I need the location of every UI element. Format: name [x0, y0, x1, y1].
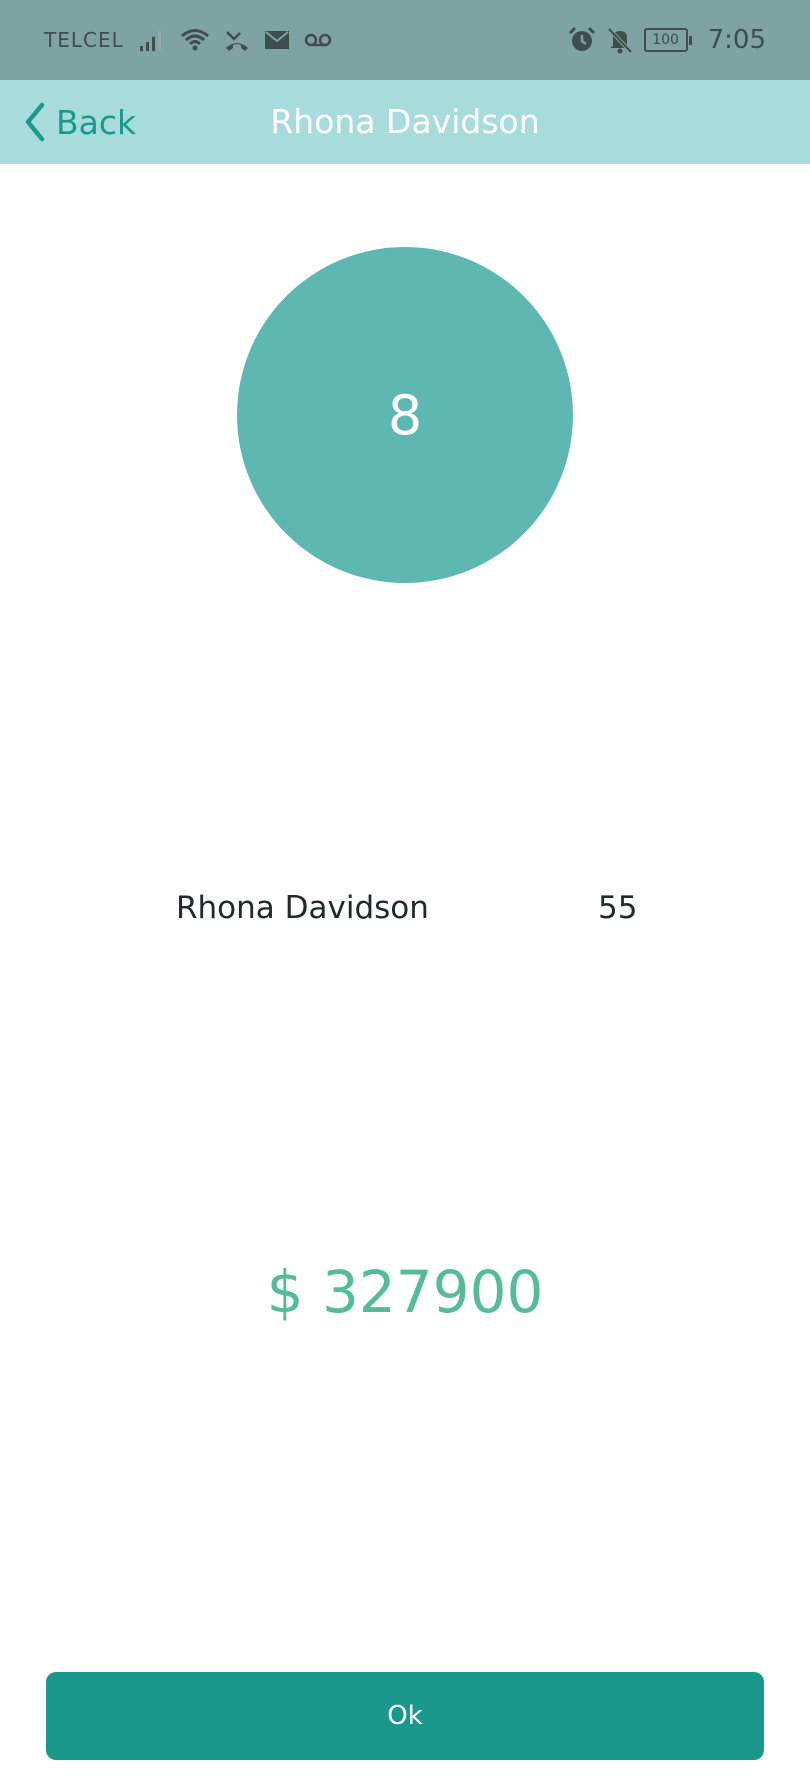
- count-circle: 8: [237, 247, 573, 583]
- missed-call-icon: [224, 28, 250, 52]
- ok-button[interactable]: Ok: [46, 1672, 764, 1760]
- wifi-icon: [180, 27, 210, 53]
- status-left: TELCEL: [44, 22, 332, 58]
- person-age: 55: [598, 890, 638, 926]
- battery-icon: 100: [643, 28, 692, 52]
- back-button[interactable]: Back: [24, 80, 136, 164]
- battery-tip: [688, 35, 692, 45]
- ok-label: Ok: [387, 1701, 423, 1731]
- back-label: Back: [56, 102, 137, 142]
- carrier-label: TELCEL: [44, 28, 124, 52]
- status-right: 100 7:05: [568, 22, 766, 58]
- nav-bar: Rhona Davidson Back: [0, 80, 810, 164]
- status-bar: TELCEL 100 7:05: [0, 0, 810, 80]
- bell-off-icon: [606, 26, 634, 54]
- battery-level: 100: [643, 28, 688, 52]
- mail-icon: [264, 30, 290, 50]
- voicemail-icon: [304, 32, 332, 48]
- status-time: 7:05: [707, 25, 766, 55]
- signal-icon: [138, 28, 166, 52]
- person-name: Rhona Davidson: [176, 890, 429, 926]
- total-amount: $ 327900: [266, 1258, 544, 1326]
- count-value: 8: [387, 383, 423, 447]
- alarm-icon: [568, 26, 596, 54]
- chevron-left-icon: [24, 102, 46, 142]
